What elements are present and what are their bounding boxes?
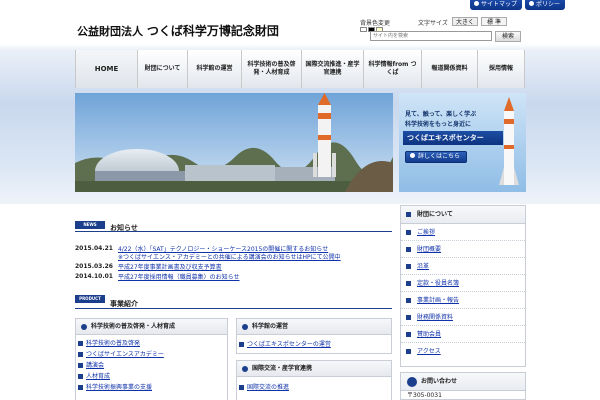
nav-item-outreach[interactable]: 科学技術の普及啓発・人材育成: [242, 50, 302, 88]
list-item[interactable]: 講演会: [76, 360, 227, 371]
nav-item-careers[interactable]: 採用情報: [478, 50, 525, 88]
arrow-right-icon: [474, 1, 479, 6]
contact-postal: 〒305-0031: [407, 392, 442, 399]
news-link[interactable]: 平成27年度事業計画書及び収支予算書: [118, 262, 222, 271]
product-divider: [75, 308, 392, 309]
bullet-icon: [406, 298, 411, 303]
bullet-icon: [406, 212, 411, 217]
list-item[interactable]: 国際交流の推進: [237, 382, 391, 393]
bullet-icon: [78, 363, 83, 368]
box-title[interactable]: 科学技術の普及啓発・人材育成: [76, 319, 227, 335]
bullet-icon: [406, 230, 411, 235]
sidebar-title[interactable]: 財団について: [401, 206, 525, 224]
news-link[interactable]: 平成27年度採用情報（職員募集）のお知らせ: [118, 272, 240, 281]
font-large-button[interactable]: 大きく: [452, 17, 478, 26]
bullet-icon: [406, 349, 411, 354]
promo-title: つくばエキスポセンター: [403, 131, 503, 145]
bullet-icon: [78, 385, 83, 390]
nav-item-museum[interactable]: 科学館の運営: [188, 50, 242, 88]
arrow-right-icon: [81, 324, 87, 330]
news-divider: [75, 231, 392, 232]
bullet-icon: [78, 374, 83, 379]
international-box: 国際交流・産学官連携 国際交流の推進: [236, 360, 392, 400]
policy-link[interactable]: ポリシー: [525, 0, 566, 10]
product-tag: PRODUCT: [75, 295, 105, 303]
arrow-right-icon: [529, 1, 534, 6]
list-item[interactable]: 科学技術振興事業の支援: [76, 382, 227, 393]
hero-photo-illustration: [75, 93, 393, 192]
bullet-icon: [239, 385, 244, 390]
phone-icon: [407, 377, 417, 387]
promo-tagline-1: 見て、触って、楽しく学ぶ: [405, 111, 477, 118]
search-button[interactable]: 検索: [495, 31, 521, 42]
bullet-icon: [406, 281, 411, 286]
outreach-box: 科学技術の普及啓発・人材育成 科学技術の普及啓発 つくばサイエンスアカデミー 講…: [75, 318, 228, 400]
bullet-icon: [406, 264, 411, 269]
bullet-icon: [78, 352, 83, 357]
search-input[interactable]: [370, 31, 492, 41]
news-item: 2014.10.01 平成27年度採用情報（職員募集）のお知らせ: [75, 272, 240, 281]
bg-color-white[interactable]: [360, 27, 367, 32]
arrow-right-icon: [242, 366, 248, 372]
news-link[interactable]: ※つくばサイエンス・アカデミーとの共催による講演会のお知らせはHPにて公開中: [118, 252, 341, 261]
list-item[interactable]: つくばエキスポセンターの運営: [237, 339, 391, 350]
arrow-right-icon: [410, 153, 415, 158]
bullet-icon: [78, 341, 83, 346]
nav-item-international[interactable]: 国際交流推進・産学官連携: [302, 50, 364, 88]
top-utility-bar: サイトマップ ポリシー: [0, 0, 600, 12]
sidebar-item[interactable]: 沿革: [401, 258, 525, 275]
museum-box: 科学館の運営 つくばエキスポセンターの運営: [236, 318, 392, 354]
sidebar-item[interactable]: 財務関係資料: [401, 309, 525, 326]
promo-tagline-2: 科学技術をもっと身近に: [405, 121, 472, 128]
sidebar-item[interactable]: 財団概要: [401, 241, 525, 258]
box-title[interactable]: 国際交流・産学官連携: [237, 361, 391, 377]
nav-item-home[interactable]: HOME: [76, 50, 138, 88]
contact-box: お問い合わせ 〒305-0031: [400, 372, 526, 400]
sidebar-item[interactable]: アクセス: [401, 343, 525, 360]
hero-image: [75, 93, 393, 192]
site-header: 公益財団法人 つくば科学万博記念財団 背景色変更 文字サイズ 大きく 標 準 検…: [0, 12, 600, 48]
sidebar-item[interactable]: ご挨拶: [401, 224, 525, 241]
nav-item-press[interactable]: 報道関係資料: [422, 50, 478, 88]
sidebar-item[interactable]: 賛助会員: [401, 326, 525, 343]
expo-center-banner[interactable]: 見て、触って、楽しく学ぶ 科学技術をもっと身近に つくばエキスポセンター 詳しく…: [399, 93, 526, 192]
sidebar-about-box: 財団について ご挨拶 財団概要 沿革 定款・役員名簿 事業計画・報告 財務関係資…: [400, 205, 526, 367]
list-item[interactable]: つくばサイエンスアカデミー: [76, 349, 227, 360]
box-title[interactable]: 科学館の運営: [237, 319, 391, 335]
nav-item-science-info[interactable]: 科学情報from つくば: [364, 50, 422, 88]
news-tag: NEWS: [75, 221, 105, 229]
contact-title[interactable]: お問い合わせ: [401, 373, 525, 391]
site-logo[interactable]: 公益財団法人 つくば科学万博記念財団: [77, 22, 279, 39]
bullet-icon: [406, 315, 411, 320]
bullet-icon: [406, 332, 411, 337]
global-nav: HOME 財団について 科学館の運営 科学技術の普及啓発・人材育成 国際交流推進…: [75, 50, 525, 88]
list-item[interactable]: 人材育成: [76, 371, 227, 382]
news-item: 2015.03.26 平成27年度事業計画書及び収支予算書: [75, 262, 222, 271]
rocket-icon: [499, 97, 519, 185]
font-size-label: 文字サイズ: [418, 20, 448, 27]
news-item: ※つくばサイエンス・アカデミーとの共催による講演会のお知らせはHPにて公開中: [75, 252, 395, 262]
nav-item-about[interactable]: 財団について: [138, 50, 188, 88]
bg-color-label: 背景色変更: [360, 20, 391, 27]
bullet-icon: [406, 247, 411, 252]
arrow-right-icon: [242, 324, 248, 330]
sidebar-item[interactable]: 事業計画・報告: [401, 292, 525, 309]
sitemap-link[interactable]: サイトマップ: [470, 0, 523, 10]
sidebar-item[interactable]: 定款・役員名簿: [401, 275, 525, 292]
promo-details-button[interactable]: 詳しくはこちら: [405, 151, 467, 163]
font-standard-button[interactable]: 標 準: [481, 17, 507, 26]
list-item[interactable]: 科学技術の普及啓発: [76, 338, 227, 349]
bullet-icon: [239, 342, 244, 347]
